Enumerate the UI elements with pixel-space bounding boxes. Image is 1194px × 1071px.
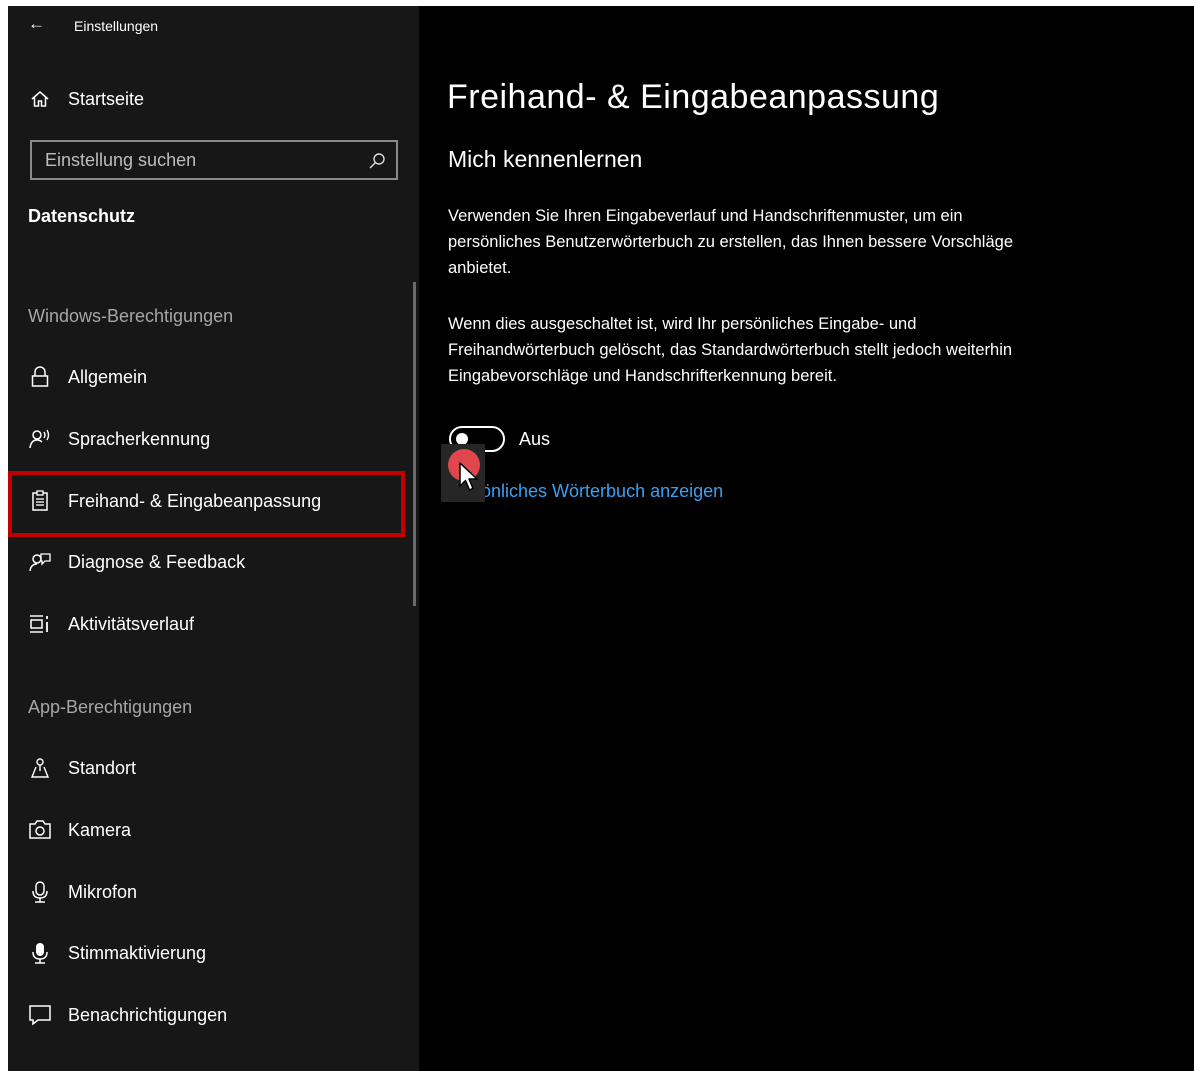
group-header-apps: App-Berechtigungen <box>28 697 193 717</box>
sidebar-item-label: Diagnose & Feedback <box>68 551 246 572</box>
sidebar-item-home[interactable]: Startseite <box>8 73 419 125</box>
back-arrow-icon[interactable]: ← <box>28 14 45 34</box>
sidebar-item-label: Freihand- & Eingabeanpassung <box>68 490 322 511</box>
sidebar-item-mikrofon[interactable]: Mikrofon <box>8 866 419 918</box>
clipboard-icon <box>28 489 52 513</box>
info-paragraph: Wenn dies ausgeschaltet ist, wird Ihr pe… <box>448 315 1013 385</box>
notification-icon <box>28 1003 52 1027</box>
search-icon[interactable] <box>367 151 387 171</box>
sidebar-item-stimmaktivierung[interactable]: Stimmaktivierung <box>8 927 419 979</box>
search-placeholder: Einstellung suchen <box>45 150 197 170</box>
home-icon <box>28 87 52 111</box>
location-icon <box>28 756 52 780</box>
sidebar-item-label: Benachrichtigungen <box>68 1004 228 1025</box>
sidebar-item-label: Kamera <box>68 819 132 840</box>
sidebar-item-label: Aktivitätsverlauf <box>68 613 195 634</box>
sidebar-scrollbar[interactable] <box>413 282 416 606</box>
sidebar-item-label: Spracherkennung <box>68 428 211 449</box>
sidebar-item-label: Standort <box>68 757 137 778</box>
mouse-pointer-icon <box>459 462 478 491</box>
voice-activation-icon <box>28 941 52 965</box>
microphone-icon <box>28 880 52 904</box>
toggle-state-label: Aus <box>519 429 551 449</box>
sidebar-item-label: Allgemein <box>68 366 148 387</box>
sidebar-item-label: Startseite <box>68 88 145 109</box>
sidebar-item-kamera[interactable]: Kamera <box>8 804 419 856</box>
sidebar-item-freihand[interactable]: Freihand- & Eingabeanpassung <box>8 475 419 527</box>
sidebar-item-allgemein[interactable]: Allgemein <box>8 351 419 403</box>
view-dictionary-link[interactable]: önliches Wörterbuch anzeigen <box>481 481 723 502</box>
timeline-icon <box>28 612 52 636</box>
feedback-icon <box>28 550 52 574</box>
sidebar: ← Einstellungen Startseite Einstellung s… <box>8 6 419 1071</box>
sidebar-item-label: Mikrofon <box>68 881 138 902</box>
search-input[interactable]: Einstellung suchen <box>30 140 398 180</box>
sidebar-item-benachrichtigungen[interactable]: Benachrichtigungen <box>8 989 419 1041</box>
speech-icon <box>28 427 52 451</box>
settings-window: ← Einstellungen Startseite Einstellung s… <box>8 6 1194 1071</box>
group-header-windows: Windows-Berechtigungen <box>28 306 234 326</box>
sidebar-item-label: Stimmaktivierung <box>68 942 207 963</box>
sidebar-item-aktivitaetsverlauf[interactable]: Aktivitätsverlauf <box>8 598 419 650</box>
description-paragraph: Verwenden Sie Ihren Eingabeverlauf und H… <box>448 207 1013 277</box>
main-content: Freihand- & Eingabeanpassung Mich kennen… <box>419 6 1194 1071</box>
page-title: Freihand- & Eingabeanpassung <box>447 78 940 116</box>
title-bar: ← Einstellungen <box>8 6 419 46</box>
camera-icon <box>28 818 52 842</box>
sidebar-item-spracherkennung[interactable]: Spracherkennung <box>8 413 419 465</box>
window-title: Einstellungen <box>74 18 159 34</box>
sidebar-item-standort[interactable]: Standort <box>8 742 419 794</box>
sidebar-item-diagnose[interactable]: Diagnose & Feedback <box>8 536 419 588</box>
lock-icon <box>28 365 52 389</box>
section-subtitle: Mich kennenlernen <box>448 146 643 172</box>
section-title: Datenschutz <box>28 206 136 226</box>
